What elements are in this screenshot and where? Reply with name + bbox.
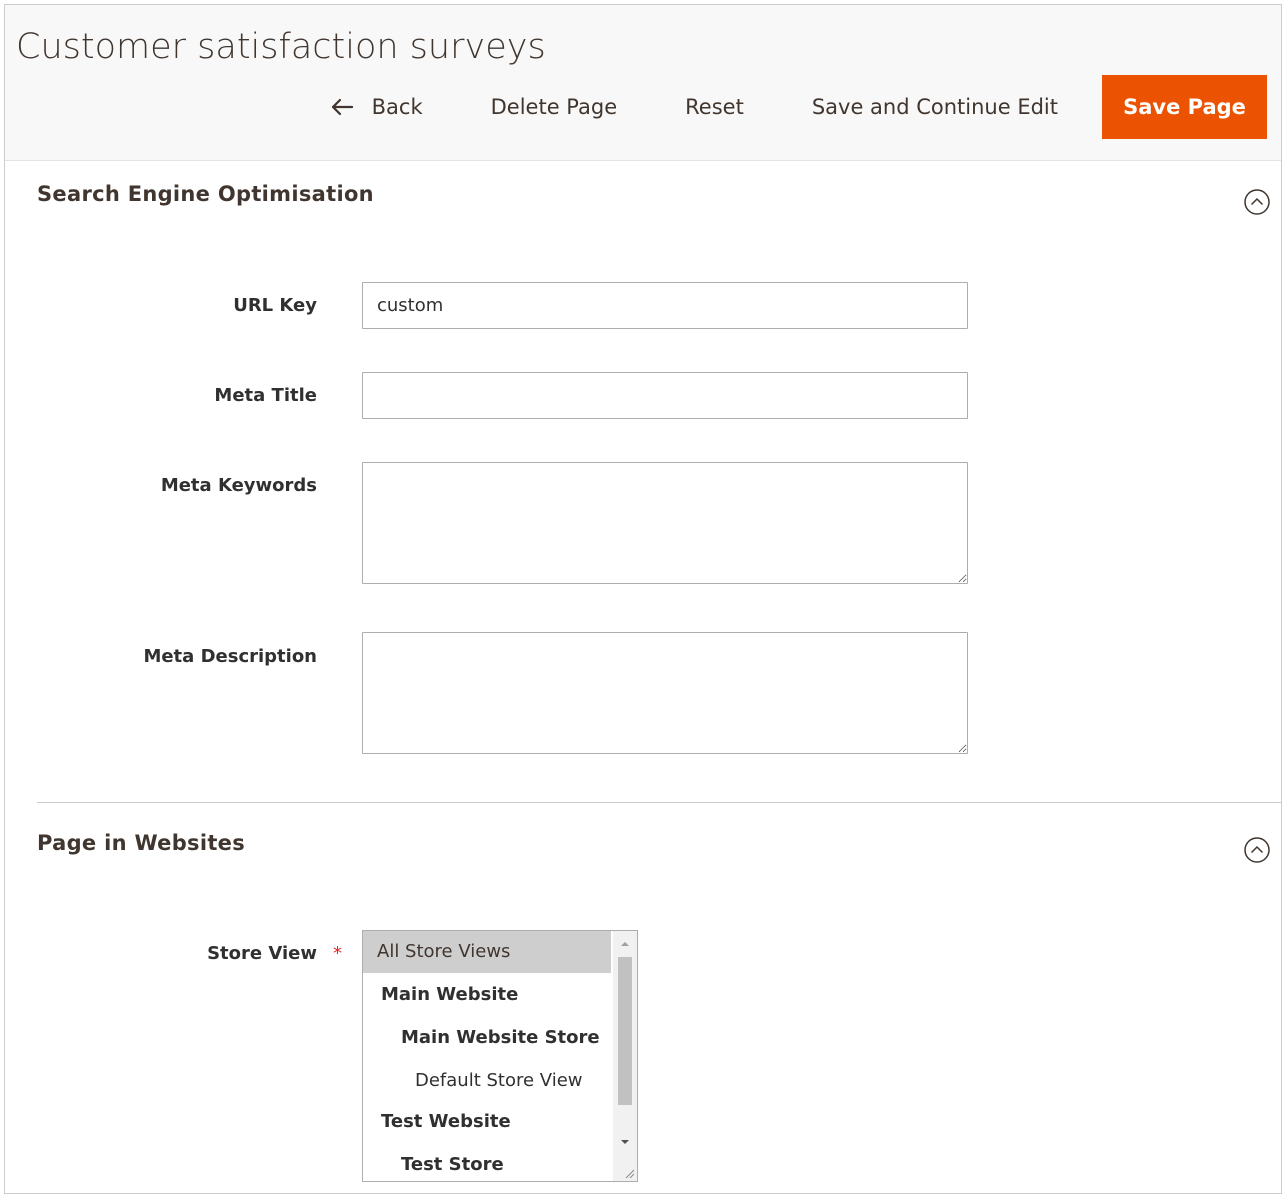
meta-title-input[interactable] xyxy=(362,372,968,419)
meta-description-label: Meta Description xyxy=(143,646,317,667)
scroll-up-arrow-icon[interactable] xyxy=(619,939,631,949)
url-key-input[interactable] xyxy=(362,282,968,329)
page-title: Customer satisfaction surveys xyxy=(16,27,546,67)
websites-section-title[interactable]: Page in Websites xyxy=(37,831,245,855)
meta-keywords-textarea[interactable] xyxy=(362,462,968,584)
save-and-continue-button[interactable]: Save and Continue Edit xyxy=(812,75,1058,139)
store-view-option[interactable]: Test Store xyxy=(363,1144,611,1181)
reset-button[interactable]: Reset xyxy=(685,75,744,139)
url-key-label: URL Key xyxy=(233,295,317,316)
arrow-left-icon xyxy=(331,98,353,116)
websites-collapse-icon[interactable] xyxy=(1243,836,1271,864)
page-frame: Customer satisfaction surveys Back Delet… xyxy=(4,4,1282,1194)
seo-section-title[interactable]: Search Engine Optimisation xyxy=(37,182,374,206)
store-view-label: Store View xyxy=(207,943,317,964)
back-button-label: Back xyxy=(371,95,423,119)
store-view-multiselect[interactable]: All Store Views Main Website Main Website … xyxy=(362,930,638,1182)
meta-title-label: Meta Title xyxy=(214,385,317,406)
store-view-option[interactable]: Test Website xyxy=(363,1101,611,1143)
scroll-down-arrow-icon[interactable] xyxy=(619,1137,631,1147)
section-divider xyxy=(37,802,1281,803)
page-actions: Back Delete Page Reset Save and Continue… xyxy=(330,75,1267,139)
page-header: Customer satisfaction surveys Back Delet… xyxy=(5,5,1281,161)
delete-page-button[interactable]: Delete Page xyxy=(491,75,618,139)
store-view-option[interactable]: All Store Views xyxy=(363,931,611,973)
meta-description-textarea[interactable] xyxy=(362,632,968,754)
back-button[interactable]: Back xyxy=(330,75,423,139)
store-view-option[interactable]: Main Website xyxy=(363,974,611,1016)
scrollbar-thumb[interactable] xyxy=(618,957,632,1105)
resize-grip-icon[interactable] xyxy=(623,1167,635,1179)
save-page-button[interactable]: Save Page xyxy=(1102,75,1267,139)
required-marker: * xyxy=(333,943,342,964)
store-view-option[interactable]: Default Store View xyxy=(363,1060,611,1102)
seo-collapse-icon[interactable] xyxy=(1243,188,1271,216)
meta-keywords-label: Meta Keywords xyxy=(160,475,317,496)
store-view-scrollbar[interactable] xyxy=(613,931,637,1181)
store-view-option[interactable]: Main Website Store xyxy=(363,1017,611,1059)
